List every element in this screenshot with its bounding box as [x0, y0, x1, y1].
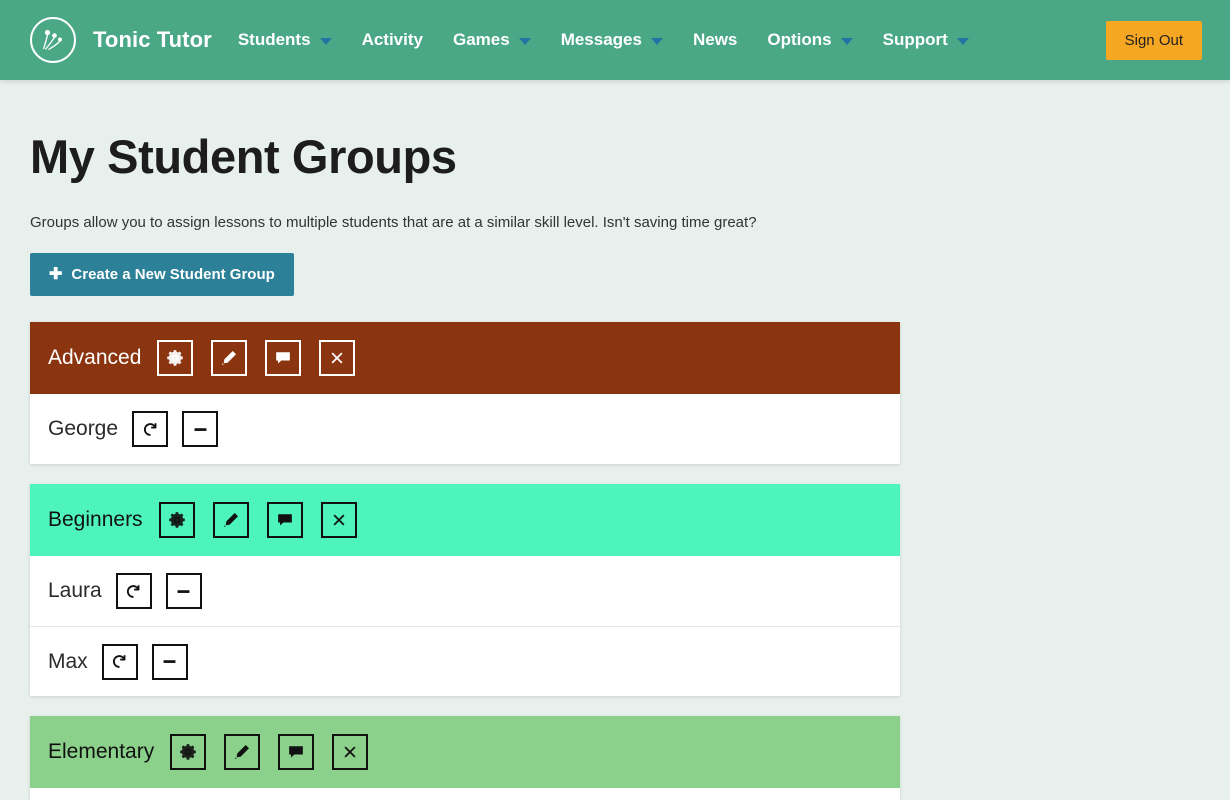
group-delete-button[interactable]	[319, 340, 355, 376]
brand-name: Tonic Tutor	[93, 27, 212, 53]
student-row: Max	[30, 626, 900, 696]
chevron-down-icon	[519, 38, 531, 45]
nav-item-support[interactable]: Support	[883, 30, 969, 50]
student-remove-button[interactable]	[182, 411, 218, 447]
student-name: Max	[48, 650, 88, 674]
group-delete-button[interactable]	[321, 502, 357, 538]
nav-item-students[interactable]: Students	[238, 30, 332, 50]
student-name: George	[48, 417, 118, 441]
group-header: Elementary	[30, 716, 900, 788]
chevron-down-icon	[320, 38, 332, 45]
nav-item-options[interactable]: Options	[767, 30, 852, 50]
student-reset-button[interactable]	[102, 644, 138, 680]
nav-item-messages[interactable]: Messages	[561, 30, 663, 50]
group-action-buttons	[170, 734, 368, 770]
nav-label: Students	[238, 30, 311, 50]
page-title: My Student Groups	[30, 132, 1200, 181]
student-remove-button[interactable]	[152, 644, 188, 680]
sign-out-button[interactable]: Sign Out	[1106, 21, 1202, 60]
nav-label: News	[693, 30, 737, 50]
group-name: Beginners	[48, 508, 143, 532]
group-empty-message: This group doesn't have any students ass…	[30, 788, 900, 800]
group-settings-button[interactable]	[159, 502, 195, 538]
chevron-down-icon	[651, 38, 663, 45]
group-edit-button[interactable]	[224, 734, 260, 770]
student-reset-button[interactable]	[132, 411, 168, 447]
nav-links: Students Activity Games Messages News Op…	[238, 30, 1106, 50]
group-settings-button[interactable]	[157, 340, 193, 376]
plus-icon: ✚	[49, 267, 62, 283]
nav-label: Support	[883, 30, 948, 50]
nav-label: Games	[453, 30, 510, 50]
chevron-down-icon	[957, 38, 969, 45]
group-edit-button[interactable]	[213, 502, 249, 538]
student-name: Laura	[48, 579, 102, 603]
page-description: Groups allow you to assign lessons to mu…	[30, 214, 1200, 231]
group-header: Advanced	[30, 322, 900, 394]
nav-label: Messages	[561, 30, 642, 50]
nav-item-games[interactable]: Games	[453, 30, 531, 50]
group-name: Advanced	[48, 346, 141, 370]
create-button-label: Create a New Student Group	[71, 266, 274, 283]
student-remove-button[interactable]	[166, 573, 202, 609]
chevron-down-icon	[841, 38, 853, 45]
nav-item-activity[interactable]: Activity	[362, 30, 423, 50]
group-header: Beginners	[30, 484, 900, 556]
group-delete-button[interactable]	[332, 734, 368, 770]
student-row: George	[30, 394, 900, 464]
group-message-button[interactable]	[265, 340, 301, 376]
group-message-button[interactable]	[278, 734, 314, 770]
group-action-buttons	[159, 502, 357, 538]
group-name: Elementary	[48, 740, 154, 764]
group-panel-beginners: Beginners	[30, 484, 900, 696]
group-settings-button[interactable]	[170, 734, 206, 770]
student-row: Laura	[30, 556, 900, 626]
nav-label: Activity	[362, 30, 423, 50]
tonic-tutor-circle-logo-icon	[30, 17, 76, 63]
student-reset-button[interactable]	[116, 573, 152, 609]
create-new-student-group-button[interactable]: ✚ Create a New Student Group	[30, 253, 294, 296]
brand-block[interactable]: Tonic Tutor	[30, 17, 212, 63]
group-panel-elementary: Elementary	[30, 716, 900, 800]
group-panel-advanced: Advanced	[30, 322, 900, 464]
nav-label: Options	[767, 30, 831, 50]
group-action-buttons	[157, 340, 355, 376]
group-message-button[interactable]	[267, 502, 303, 538]
page-content: My Student Groups Groups allow you to as…	[0, 132, 1230, 800]
group-edit-button[interactable]	[211, 340, 247, 376]
top-navigation-bar: Tonic Tutor Students Activity Games Mess…	[0, 0, 1230, 80]
student-groups-list: Advanced	[30, 322, 900, 800]
nav-item-news[interactable]: News	[693, 30, 737, 50]
